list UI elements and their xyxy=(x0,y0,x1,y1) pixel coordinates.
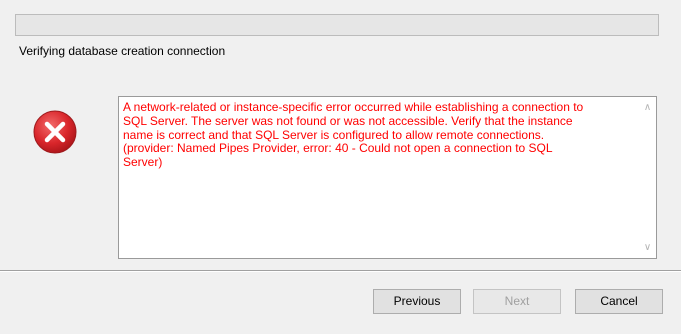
error-x-icon xyxy=(33,110,77,154)
next-button[interactable]: Next xyxy=(473,289,561,314)
vertical-scrollbar[interactable]: ∧ ∨ xyxy=(639,97,656,258)
cancel-button[interactable]: Cancel xyxy=(575,289,663,314)
footer-divider-highlight xyxy=(0,271,681,272)
scroll-up-icon[interactable]: ∧ xyxy=(639,99,656,116)
progress-bar xyxy=(15,14,659,36)
status-label: Verifying database creation connection xyxy=(19,44,226,58)
previous-button[interactable]: Previous xyxy=(373,289,461,314)
error-message-box[interactable]: A network-related or instance-specific e… xyxy=(118,96,657,259)
error-message-text: A network-related or instance-specific e… xyxy=(123,100,584,170)
scroll-down-icon[interactable]: ∨ xyxy=(639,239,656,256)
